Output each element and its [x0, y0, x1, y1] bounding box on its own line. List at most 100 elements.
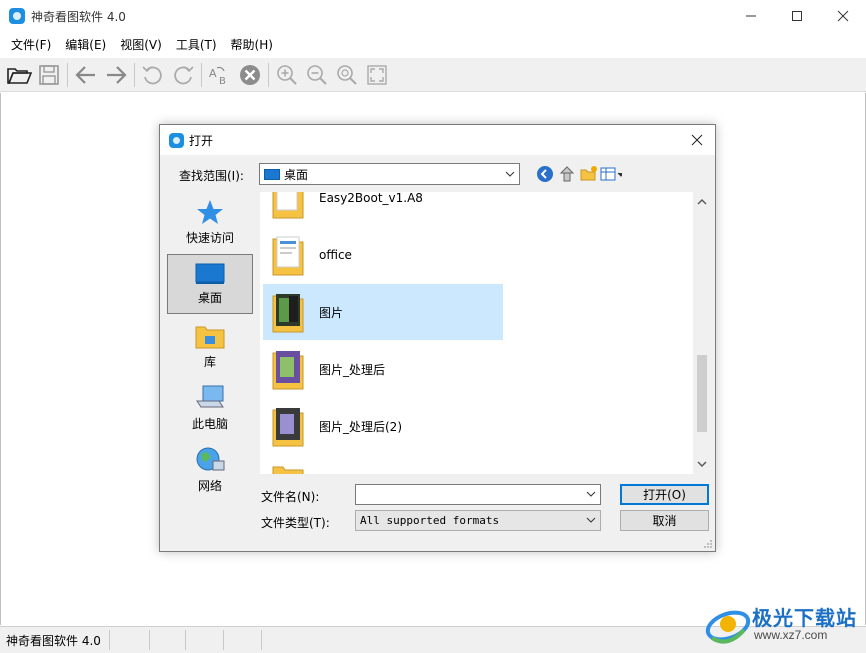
view-menu-icon[interactable]: [600, 164, 622, 184]
folder-icon: [271, 192, 305, 220]
file-item-easy2boot[interactable]: Easy2Boot_v1.A8: [263, 192, 503, 226]
filetype-label: 文件类型(T):: [261, 516, 330, 530]
open-file-dialog: 打开 查找范围(I): 桌面 快速访问 桌面 库 此电脑 网络 Easy2Boo…: [159, 124, 716, 552]
scrollbar-thumb[interactable]: [697, 355, 707, 432]
resize-grip-icon[interactable]: [703, 539, 713, 549]
file-item-pictures-processed[interactable]: 图片_处理后: [263, 341, 503, 397]
save-icon[interactable]: [34, 60, 64, 90]
zoom-out-icon[interactable]: [302, 60, 332, 90]
chevron-down-icon[interactable]: [586, 490, 596, 498]
maximize-button[interactable]: [774, 0, 820, 32]
forward-arrow-icon[interactable]: [101, 60, 131, 90]
place-quick-access[interactable]: 快速访问: [167, 192, 253, 252]
filetype-dropdown[interactable]: All supported formats: [355, 510, 601, 531]
zoom-fit-icon[interactable]: [332, 60, 362, 90]
file-item-partial[interactable]: [263, 455, 503, 474]
rotate-left-icon[interactable]: [138, 60, 168, 90]
menu-view[interactable]: 视图(V): [113, 36, 169, 53]
watermark-brand: 极光下载站: [752, 606, 857, 630]
rename-icon[interactable]: AB: [205, 60, 235, 90]
file-item-pictures[interactable]: 图片: [263, 284, 503, 340]
place-label: 快速访问: [185, 230, 234, 245]
watermark-logo-icon: [705, 610, 751, 644]
menu-help[interactable]: 帮助(H): [224, 36, 280, 53]
minimize-button[interactable]: [728, 0, 774, 32]
desktop-icon: [264, 168, 280, 180]
place-desktop[interactable]: 桌面: [167, 254, 253, 314]
file-list-scrollbar[interactable]: [693, 192, 710, 474]
window-title: 神奇看图软件 4.0: [31, 9, 126, 24]
back-arrow-icon[interactable]: [71, 60, 101, 90]
look-in-label: 查找范围(I):: [179, 169, 244, 183]
dialog-title: 打开: [189, 133, 214, 148]
toolbar-separator: [67, 62, 68, 87]
toolbar-separator: [268, 62, 269, 87]
file-item-office[interactable]: office: [263, 227, 503, 283]
open-button[interactable]: 打开(O): [620, 484, 709, 505]
window-controls: [728, 0, 866, 32]
svg-text:B: B: [219, 76, 226, 86]
place-label: 库: [203, 354, 216, 369]
status-cell-empty: [186, 630, 224, 650]
folder-icon: [271, 290, 305, 334]
svg-text:A: A: [209, 67, 217, 80]
network-globe-icon: [196, 447, 225, 470]
app-logo-icon: [169, 132, 184, 148]
chevron-up-icon[interactable]: [697, 198, 707, 206]
file-name: Easy2Boot_v1.A8: [319, 192, 423, 205]
look-in-row: 查找范围(I): 桌面: [160, 163, 715, 187]
filename-label: 文件名(N):: [261, 490, 320, 504]
status-cell-empty: [224, 630, 262, 650]
go-back-icon[interactable]: [534, 164, 556, 184]
file-item-pictures-processed-2[interactable]: 图片_处理后(2): [263, 398, 503, 454]
computer-icon: [196, 385, 224, 407]
file-name: 图片: [319, 305, 344, 320]
chevron-down-icon[interactable]: [697, 460, 707, 468]
new-folder-icon[interactable]: [578, 164, 600, 184]
star-icon: [197, 199, 223, 224]
watermark-url: www.xz7.com: [754, 628, 828, 642]
toolbar: AB: [0, 58, 866, 92]
title-bar: 神奇看图软件 4.0: [0, 0, 866, 32]
place-libraries[interactable]: 库: [167, 316, 253, 376]
file-list[interactable]: Easy2Boot_v1.A8 office 图片 图片_处理后 图片_处理后(…: [260, 192, 710, 474]
library-folder-icon: [195, 326, 225, 348]
place-label: 网络: [197, 478, 222, 493]
watermark: 极光下载站 www.xz7.com: [704, 598, 864, 652]
open-folder-icon[interactable]: [4, 60, 34, 90]
place-this-pc[interactable]: 此电脑: [167, 378, 253, 438]
status-cell-empty: [150, 630, 186, 650]
toolbar-separator: [134, 62, 135, 87]
cancel-button[interactable]: 取消: [620, 510, 709, 531]
up-folder-icon[interactable]: [556, 164, 578, 184]
place-label: 此电脑: [191, 416, 228, 431]
menu-edit[interactable]: 编辑(E): [58, 36, 113, 53]
look-in-value: 桌面: [284, 167, 309, 182]
status-cell-empty: [110, 630, 150, 650]
desktop-icon: [195, 263, 225, 284]
file-name: 图片_处理后: [319, 362, 386, 377]
menu-tools[interactable]: 工具(T): [169, 36, 224, 53]
folder-icon: [271, 404, 305, 448]
menu-file[interactable]: 文件(F): [4, 36, 58, 53]
place-network[interactable]: 网络: [167, 440, 253, 500]
chevron-down-icon: [586, 517, 596, 523]
look-in-dropdown[interactable]: 桌面: [259, 163, 520, 185]
dialog-close-button[interactable]: [687, 130, 707, 150]
toolbar-separator: [201, 62, 202, 87]
filename-row: 文件名(N): 打开(O): [260, 484, 710, 506]
close-window-button[interactable]: [820, 0, 866, 32]
file-name: 图片_处理后(2): [319, 419, 402, 434]
file-name: office: [319, 248, 352, 262]
filename-input[interactable]: [355, 484, 601, 505]
zoom-in-icon[interactable]: [272, 60, 302, 90]
fullscreen-icon[interactable]: [362, 60, 392, 90]
dialog-nav-toolbar: [534, 164, 622, 184]
chevron-down-icon: [505, 171, 515, 177]
folder-icon: [271, 461, 305, 474]
delete-icon[interactable]: [235, 60, 265, 90]
dialog-title-bar: 打开: [160, 125, 715, 155]
folder-icon: [271, 347, 305, 391]
rotate-right-icon[interactable]: [168, 60, 198, 90]
filetype-row: 文件类型(T): All supported formats 取消: [260, 510, 710, 532]
